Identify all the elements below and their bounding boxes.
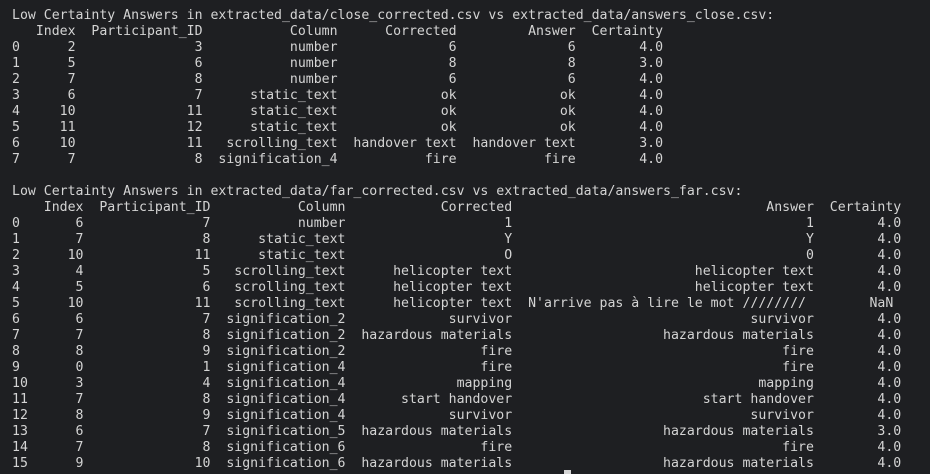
- table-row: 9 0 1 signification_4 fire fire 4.0: [12, 360, 902, 375]
- table-row: 4 5 6 scrolling_text helicopter text hel…: [12, 280, 902, 295]
- table-row: 2 7 8 number 6 6 4.0: [12, 72, 664, 87]
- far-section-title: Low Certainty Answers in extracted_data/…: [12, 184, 743, 199]
- table-row: 5 11 12 static_text ok ok 4.0: [12, 120, 664, 135]
- table-row: 1 5 6 number 8 8 3.0: [12, 56, 664, 71]
- table-row: 6 10 11 scrolling_text handover text han…: [12, 136, 664, 151]
- table-row: 0 2 3 number 6 6 4.0: [12, 40, 664, 55]
- table-row: 1 7 8 static_text Y Y 4.0: [12, 232, 902, 247]
- close-section-title: Low Certainty Answers in extracted_data/…: [12, 8, 775, 23]
- table-row: 14 7 8 signification_6 fire fire 4.0: [12, 440, 902, 455]
- table-row: 3 6 7 static_text ok ok 4.0: [12, 88, 664, 103]
- far-table-header: Index Participant_ID Column Corrected An…: [12, 200, 902, 215]
- table-row: 10 3 4 signification_4 mapping mapping 4…: [12, 376, 902, 391]
- table-row: 2 10 11 static_text O 0 4.0: [12, 248, 902, 263]
- table-row: 13 6 7 signification_5 hazardous materia…: [12, 424, 902, 439]
- terminal-output[interactable]: Low Certainty Answers in extracted_data/…: [12, 8, 930, 474]
- prompt-line[interactable]: [12, 470, 572, 474]
- table-row: 3 4 5 scrolling_text helicopter text hel…: [12, 264, 902, 279]
- close-table-header: Index Participant_ID Column Corrected An…: [12, 24, 664, 39]
- table-row: 0 6 7 number 1 1 4.0: [12, 216, 902, 231]
- table-row: 5 10 11 scrolling_text helicopter text N…: [12, 296, 894, 311]
- table-row: 12 8 9 signification_4 survivor survivor…: [12, 408, 902, 423]
- table-row: 8 8 9 signification_2 fire fire 4.0: [12, 344, 902, 359]
- table-row: 11 7 8 signification_4 start handover st…: [12, 392, 902, 407]
- table-row: 4 10 11 static_text ok ok 4.0: [12, 104, 664, 119]
- table-row: 7 7 8 signification_2 hazardous material…: [12, 328, 902, 343]
- table-row: 6 6 7 signification_2 survivor survivor …: [12, 312, 902, 327]
- cursor-icon: [564, 470, 571, 474]
- table-row: 7 7 8 signification_4 fire fire 4.0: [12, 152, 664, 167]
